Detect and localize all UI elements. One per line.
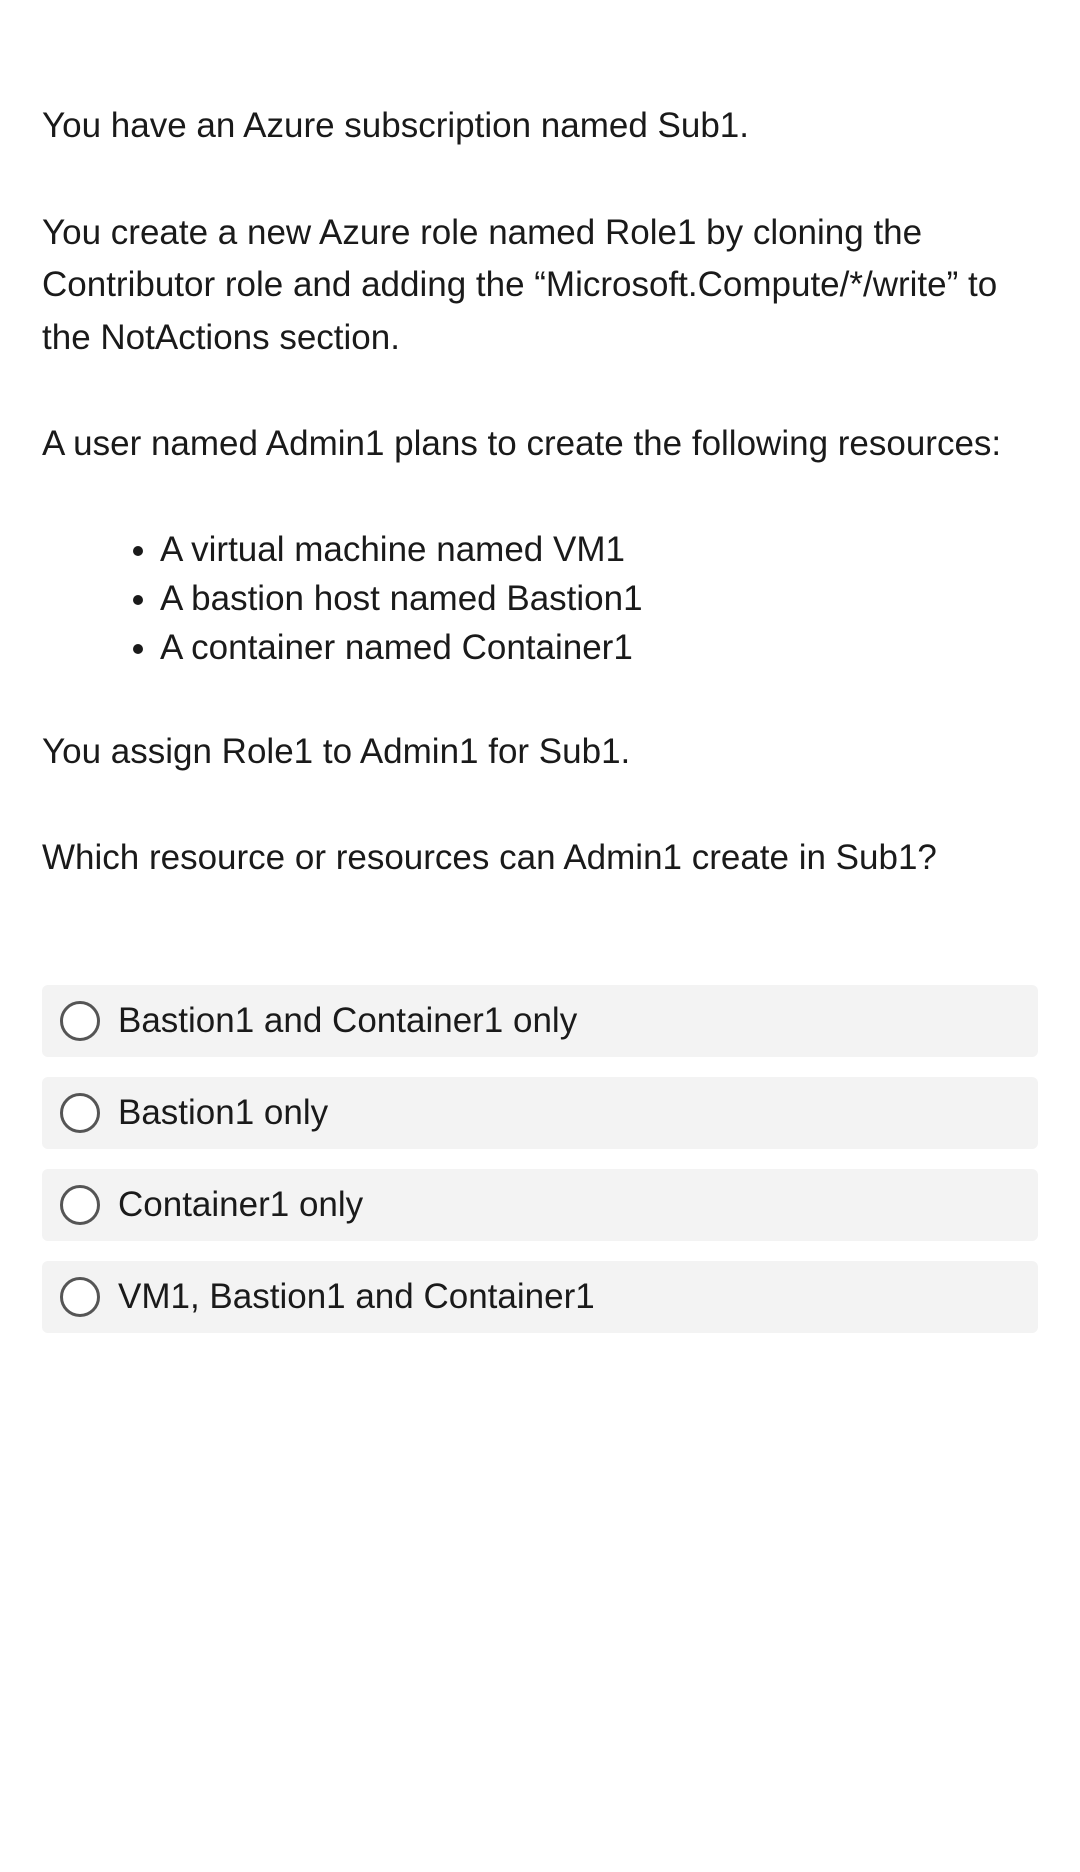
list-item: A virtual machine named VM1 (160, 525, 1038, 574)
option-a[interactable]: Bastion1 and Container1 only (42, 985, 1038, 1057)
option-d[interactable]: VM1, Bastion1 and Container1 (42, 1261, 1038, 1333)
radio-icon (60, 1277, 100, 1317)
option-c[interactable]: Container1 only (42, 1169, 1038, 1241)
list-item: A bastion host named Bastion1 (160, 574, 1038, 623)
option-label: Bastion1 and Container1 only (118, 1001, 577, 1041)
option-label: VM1, Bastion1 and Container1 (118, 1277, 595, 1317)
radio-icon (60, 1001, 100, 1041)
question-paragraph-1: You have an Azure subscription named Sub… (42, 100, 1038, 153)
option-b[interactable]: Bastion1 only (42, 1077, 1038, 1149)
list-item: A container named Container1 (160, 623, 1038, 672)
radio-icon (60, 1093, 100, 1133)
question-bullet-list: A virtual machine named VM1 A bastion ho… (42, 525, 1038, 672)
question-paragraph-3: A user named Admin1 plans to create the … (42, 418, 1038, 471)
option-label: Bastion1 only (118, 1093, 328, 1133)
question-body: You have an Azure subscription named Sub… (42, 100, 1038, 885)
question-paragraph-5: Which resource or resources can Admin1 c… (42, 832, 1038, 885)
option-label: Container1 only (118, 1185, 363, 1225)
question-paragraph-4: You assign Role1 to Admin1 for Sub1. (42, 726, 1038, 779)
answer-options: Bastion1 and Container1 only Bastion1 on… (42, 985, 1038, 1333)
question-paragraph-2: You create a new Azure role named Role1 … (42, 207, 1038, 365)
radio-icon (60, 1185, 100, 1225)
